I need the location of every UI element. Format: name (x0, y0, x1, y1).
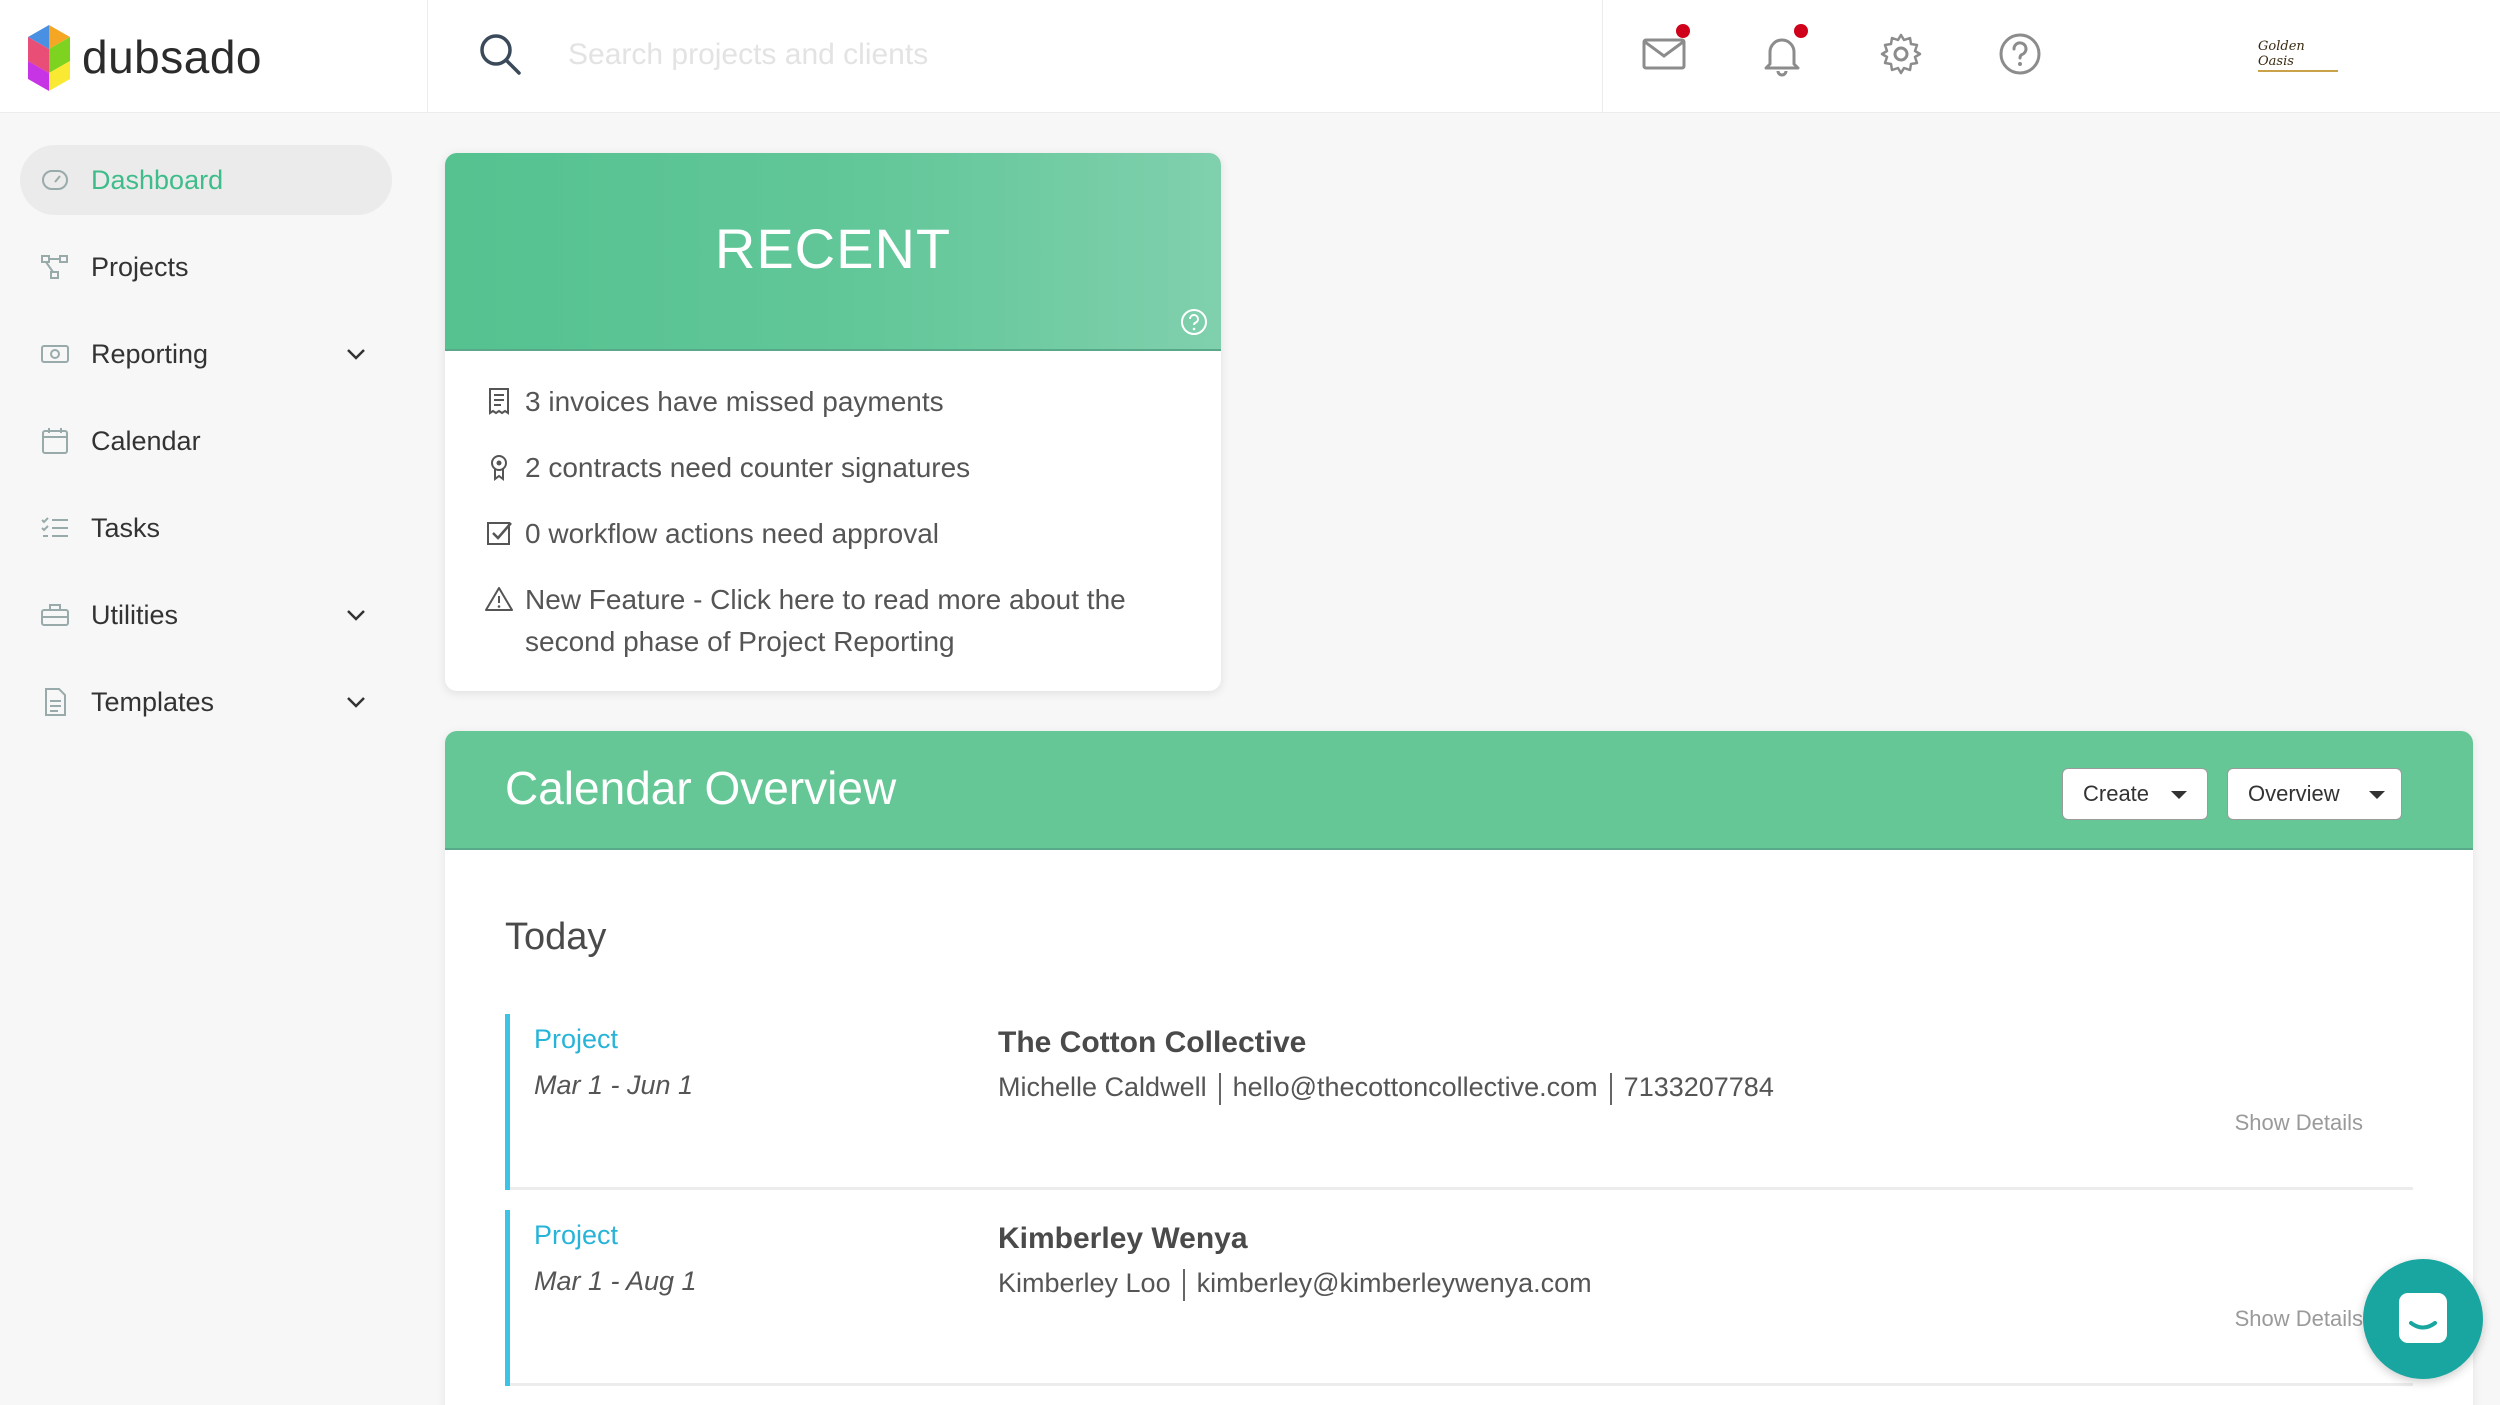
dubsado-logo-icon (28, 24, 70, 91)
show-details-link[interactable]: Show Details (2235, 1306, 2363, 1332)
today-heading: Today (505, 916, 607, 958)
sidebar-item-label: Reporting (91, 338, 209, 369)
event-accent-bar (505, 1014, 510, 1190)
brand[interactable]: dubsado (0, 0, 428, 113)
utilities-icon (41, 604, 69, 626)
sidebar-item-projects[interactable]: Projects (20, 232, 392, 302)
sidebar-item-label: Utilities (91, 599, 179, 630)
chevron-down-icon[interactable] (344, 342, 368, 366)
recent-item-workflow[interactable]: 0 workflow actions need approval (485, 513, 1185, 555)
calendar-icon (42, 428, 68, 454)
search-bar (428, 0, 1603, 113)
bell-icon[interactable] (1758, 24, 1808, 78)
contact-email[interactable]: kimberley@kimberleywenya.com (1197, 1268, 1592, 1298)
show-details-link[interactable]: Show Details (2235, 1110, 2363, 1136)
recent-item-text: 3 invoices have missed payments (525, 386, 944, 417)
warning-icon (485, 587, 513, 611)
event-date: Mar 1 - Jun 1 (534, 1070, 694, 1100)
search-input[interactable] (568, 30, 1528, 80)
create-dropdown-button[interactable]: Create (2062, 768, 2208, 820)
contact-email[interactable]: hello@thecottoncollective.com (1233, 1072, 1598, 1102)
recent-item-text: New Feature - Click here to read more ab… (525, 584, 1126, 657)
help-icon[interactable] (1179, 307, 1209, 337)
brand-name: dubsado (82, 30, 262, 83)
sidebar: Dashboard Projects Reporting Calendar Ta… (0, 113, 420, 1405)
sidebar-item-label: Calendar (91, 425, 201, 456)
recent-item-text: 0 workflow actions need approval (525, 518, 940, 549)
caret-down-icon (2369, 791, 2385, 799)
chat-icon (2399, 1293, 2447, 1343)
invoice-icon (489, 388, 509, 415)
sidebar-item-dashboard[interactable]: Dashboard (20, 145, 392, 215)
sidebar-item-label: Tasks (91, 512, 161, 543)
event-accent-bar (505, 1210, 510, 1386)
recent-item-invoices[interactable]: 3 invoices have missed payments (485, 381, 1185, 423)
calendar-overview-title: Calendar Overview (505, 762, 897, 814)
sidebar-item-templates[interactable]: Templates (20, 667, 392, 737)
recent-card: RECENT 3 invoices have missed payments 2… (445, 153, 1221, 691)
sidebar-item-label: Templates (91, 686, 215, 717)
divider (1609, 1072, 1612, 1105)
reporting-icon (41, 345, 69, 363)
contact-phone[interactable]: 7133207784 (1624, 1072, 1774, 1102)
recent-item-contracts[interactable]: 2 contracts need counter signatures (485, 447, 1185, 489)
chevron-down-icon[interactable] (344, 690, 368, 714)
account-avatar[interactable]: Golden Oasis (2258, 38, 2338, 72)
bell-notification-dot (1794, 24, 1808, 38)
checkbox-icon (487, 522, 512, 545)
templates-icon (45, 688, 66, 716)
divider (1218, 1072, 1221, 1105)
search-icon[interactable] (478, 32, 522, 76)
calendar-event[interactable]: Project Mar 1 - Aug 1 Kimberley Wenya Ki… (505, 1210, 2413, 1386)
top-bar: dubsado Golden Oasis (0, 0, 2500, 113)
dashboard-icon (42, 170, 68, 190)
mail-icon[interactable] (1640, 24, 1690, 78)
recent-title: RECENT (714, 216, 952, 280)
calendar-overview-card: Calendar Overview Create Overview Today … (445, 731, 2473, 1405)
create-button-label: Create (2083, 781, 2150, 806)
chat-launcher-button[interactable] (2363, 1259, 2483, 1379)
help-icon[interactable] (1996, 30, 2044, 78)
sidebar-item-utilities[interactable]: Utilities (20, 580, 392, 650)
event-type: Project (534, 1024, 619, 1054)
sidebar-item-reporting[interactable]: Reporting (20, 319, 392, 389)
event-contact: Michelle Caldwell hello@thecottoncollecti… (998, 1072, 1774, 1105)
event-contact: Kimberley Loo kimberley@kimberleywenya.co… (998, 1268, 1592, 1301)
projects-icon (41, 255, 68, 279)
contact-name: Kimberley Loo (998, 1268, 1171, 1298)
calendar-event[interactable]: Project Mar 1 - Jun 1 The Cotton Collect… (505, 1014, 2413, 1190)
divider (1182, 1268, 1185, 1301)
gear-icon[interactable] (1877, 30, 1925, 78)
recent-header: RECENT (445, 153, 1221, 351)
mail-notification-dot (1676, 24, 1690, 38)
calendar-overview-header: Calendar Overview Create Overview (445, 731, 2473, 850)
overview-dropdown-button[interactable]: Overview (2227, 768, 2402, 820)
recent-item-new-feature[interactable]: New Feature - Click here to read more ab… (485, 579, 1185, 663)
sidebar-item-tasks[interactable]: Tasks (20, 493, 392, 563)
contract-icon (491, 455, 507, 481)
event-type: Project (534, 1220, 619, 1250)
event-project-name[interactable]: The Cotton Collective (998, 1026, 1306, 1060)
sidebar-item-calendar[interactable]: Calendar (20, 406, 392, 476)
contact-name: Michelle Caldwell (998, 1072, 1207, 1102)
overview-button-label: Overview (2248, 781, 2340, 806)
event-date: Mar 1 - Aug 1 (534, 1266, 697, 1296)
sidebar-item-label: Dashboard (91, 164, 224, 195)
caret-down-icon (2171, 791, 2187, 799)
event-project-name[interactable]: Kimberley Wenya (998, 1222, 1248, 1256)
tasks-icon (41, 517, 68, 537)
chevron-down-icon[interactable] (344, 603, 368, 627)
recent-item-text: 2 contracts need counter signatures (525, 452, 971, 483)
sidebar-item-label: Projects (91, 251, 189, 282)
